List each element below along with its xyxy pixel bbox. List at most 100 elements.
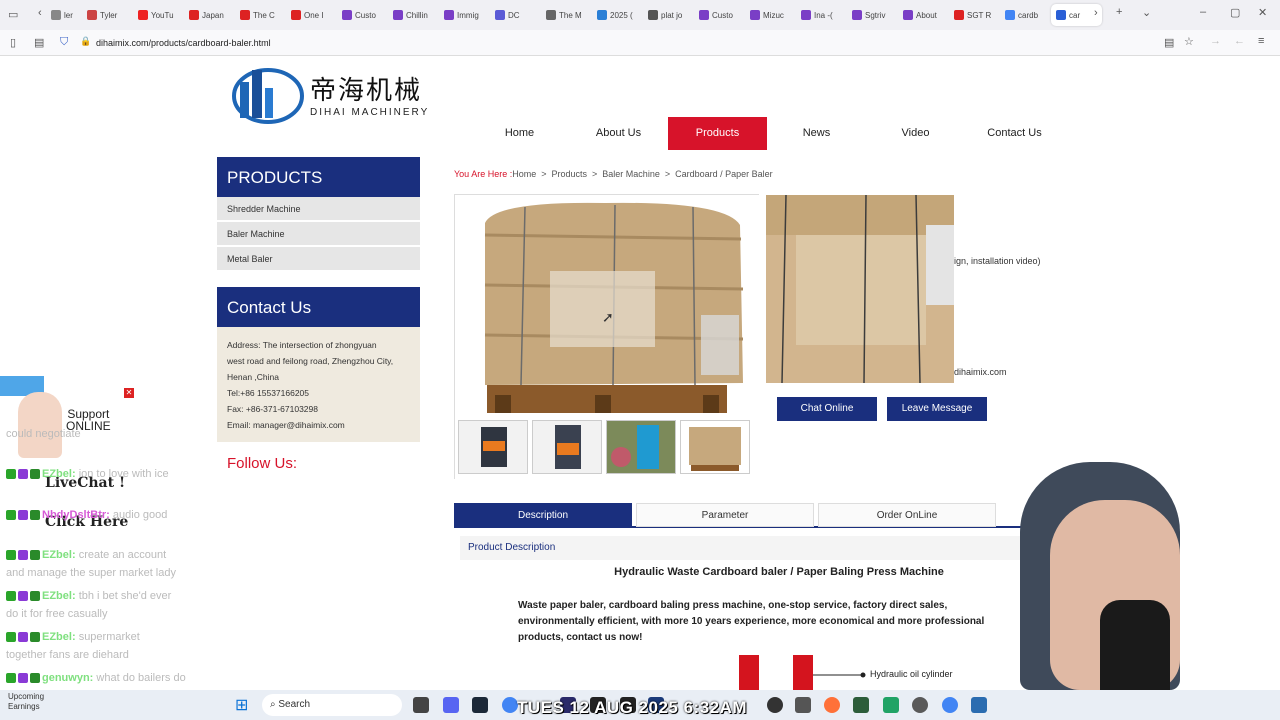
thumbnail-1[interactable] [458,420,528,474]
nav-item-video[interactable]: Video [866,117,965,150]
chat-text: audio good [112,509,168,521]
thumbnail-4[interactable] [680,420,750,474]
nav-item-news[interactable]: News [767,117,866,150]
obs-icon[interactable] [767,697,783,713]
browser-tab[interactable]: Chillin [388,4,439,26]
browser-tab[interactable]: The C [235,4,286,26]
bookmark-star-icon[interactable]: ☆ [1184,35,1194,48]
thumbnail-3[interactable] [606,420,676,474]
nav-item-about-us[interactable]: About Us [569,117,668,150]
chrome-icon-2[interactable] [942,697,958,713]
sidebar-item-metal-baler[interactable]: Metal Baler [217,247,420,271]
chat-message: EZbel: create an account [6,549,166,561]
chat-username[interactable]: EZbel: [42,468,76,480]
forward-icon[interactable]: → [1210,35,1221,47]
follow-us-heading: Follow Us: [227,455,298,472]
chat-username[interactable]: EZbel: [42,590,76,602]
app-icon-5[interactable] [795,697,811,713]
taskbar-search-input[interactable]: ⌕ Search [262,694,402,716]
browser-tab[interactable]: cardb [1000,4,1051,26]
chat-username[interactable]: EZbel: [42,549,76,561]
browser-tab[interactable]: SGT R [949,4,1000,26]
browser-tab[interactable]: Sgtriv [847,4,898,26]
chat-online-button[interactable]: Chat Online [777,397,877,421]
steam-icon[interactable] [472,697,488,713]
site-logo[interactable]: 帝海机械 DIHAI MACHINERY [228,64,429,124]
breadcrumb-link[interactable]: Cardboard / Paper Baler [675,169,773,179]
leave-message-button[interactable]: Leave Message [887,397,987,421]
browser-tab[interactable]: plat jo [643,4,694,26]
browser-tab[interactable]: YouTu [133,4,184,26]
tab-favicon-icon [1056,10,1066,20]
browser-tab[interactable]: Tyler [82,4,133,26]
back-icon[interactable]: ← [1234,35,1245,47]
tab-favicon-icon [1005,10,1015,20]
lock-icon[interactable]: 🔒 [80,36,91,47]
chat-badge-icon [18,673,28,684]
sidebar-icon[interactable]: ▯ [10,36,16,49]
breadcrumb-link[interactable]: Baler Machine [602,169,660,179]
app-icon-7[interactable] [883,697,899,713]
browser-tab[interactable]: Custo [694,4,745,26]
tab-order-online[interactable]: Order OnLine [818,503,996,527]
sidebar-item-baler-machine[interactable]: Baler Machine [217,222,420,246]
tab-scroll-right-icon[interactable]: › [1094,7,1098,19]
maximize-icon[interactable]: ▢ [1230,6,1240,19]
task-view-icon[interactable] [413,697,429,713]
tab-scroll-left-icon[interactable]: ‹ [38,7,42,19]
chat-badge-icon [18,591,28,602]
product-title: Hydraulic Waste Cardboard baler / Paper … [614,566,944,578]
browser-tab[interactable]: DC [490,4,541,26]
browser-tab[interactable]: Immig [439,4,490,26]
sidebar-item-shredder-machine[interactable]: Shredder Machine [217,197,420,221]
chrome-icon[interactable] [502,697,518,713]
discord-icon[interactable] [443,697,459,713]
contact-line: Fax: +86-371-67103298 [227,404,318,414]
thumbnail-2[interactable] [532,420,602,474]
close-window-icon[interactable]: ✕ [1258,6,1267,19]
chat-username[interactable]: EZbel: [42,631,76,643]
chat-username[interactable]: NbdyDsltBtr: [42,509,110,521]
logo-english-text: DIHAI MACHINERY [310,107,430,118]
breadcrumb-link[interactable]: Products [552,169,588,179]
reader-view-icon[interactable]: ▤ [1164,36,1174,49]
settings-icon[interactable] [912,697,928,713]
browser-tab[interactable]: Mizuc [745,4,796,26]
contact-heading: Contact Us [217,287,420,327]
browser-tab[interactable]: One I [286,4,337,26]
tab-parameter[interactable]: Parameter [636,503,814,527]
url-input[interactable]: dihaimix.com/products/cardboard-baler.ht… [96,38,271,48]
tab-favicon-icon [699,10,709,20]
minimize-icon[interactable]: – [1200,6,1206,18]
app-icon-6[interactable] [853,697,869,713]
windows-start-icon[interactable]: ⊞ [235,695,248,715]
firefox-icon[interactable] [824,697,840,713]
chat-username[interactable]: genuwyn: [42,672,93,684]
tab-favicon-icon [240,10,250,20]
mouse-cursor-icon: ➚ [602,309,614,325]
browser-tab[interactable]: 2025 ( [592,4,643,26]
tab-overview-icon[interactable]: ▭ [8,8,18,21]
tab-label: The C [253,10,275,20]
browser-tab[interactable]: Japan [184,4,235,26]
browser-tab[interactable]: Ina -( [796,4,847,26]
reader-icon[interactable]: ▤ [34,36,44,49]
browser-tab[interactable]: Custo [337,4,388,26]
nav-item-home[interactable]: Home [470,117,569,150]
chat-badge-icon [6,591,16,602]
breadcrumb-link[interactable]: Home [512,169,536,179]
shield-icon[interactable]: ⛉ [60,36,68,49]
menu-icon[interactable]: ≡ [1258,35,1264,47]
new-tab-icon[interactable]: + [1116,6,1122,18]
nav-item-products[interactable]: Products [668,117,767,150]
close-widget-icon[interactable]: ✕ [124,388,134,398]
nav-item-contact-us[interactable]: Contact Us [965,117,1064,150]
browser-tab[interactable]: ler [46,4,82,26]
tab-list-icon[interactable]: ⌄ [1142,6,1151,19]
contact-line[interactable]: Email: manager@dihaimix.com [227,417,410,433]
tab-description[interactable]: Description [454,503,632,527]
browser-tab[interactable]: The M [541,4,592,26]
app-icon-8[interactable] [971,697,987,713]
browser-tab[interactable]: About [898,4,949,26]
weather-widget[interactable]: Upcoming Earnings [8,692,44,712]
